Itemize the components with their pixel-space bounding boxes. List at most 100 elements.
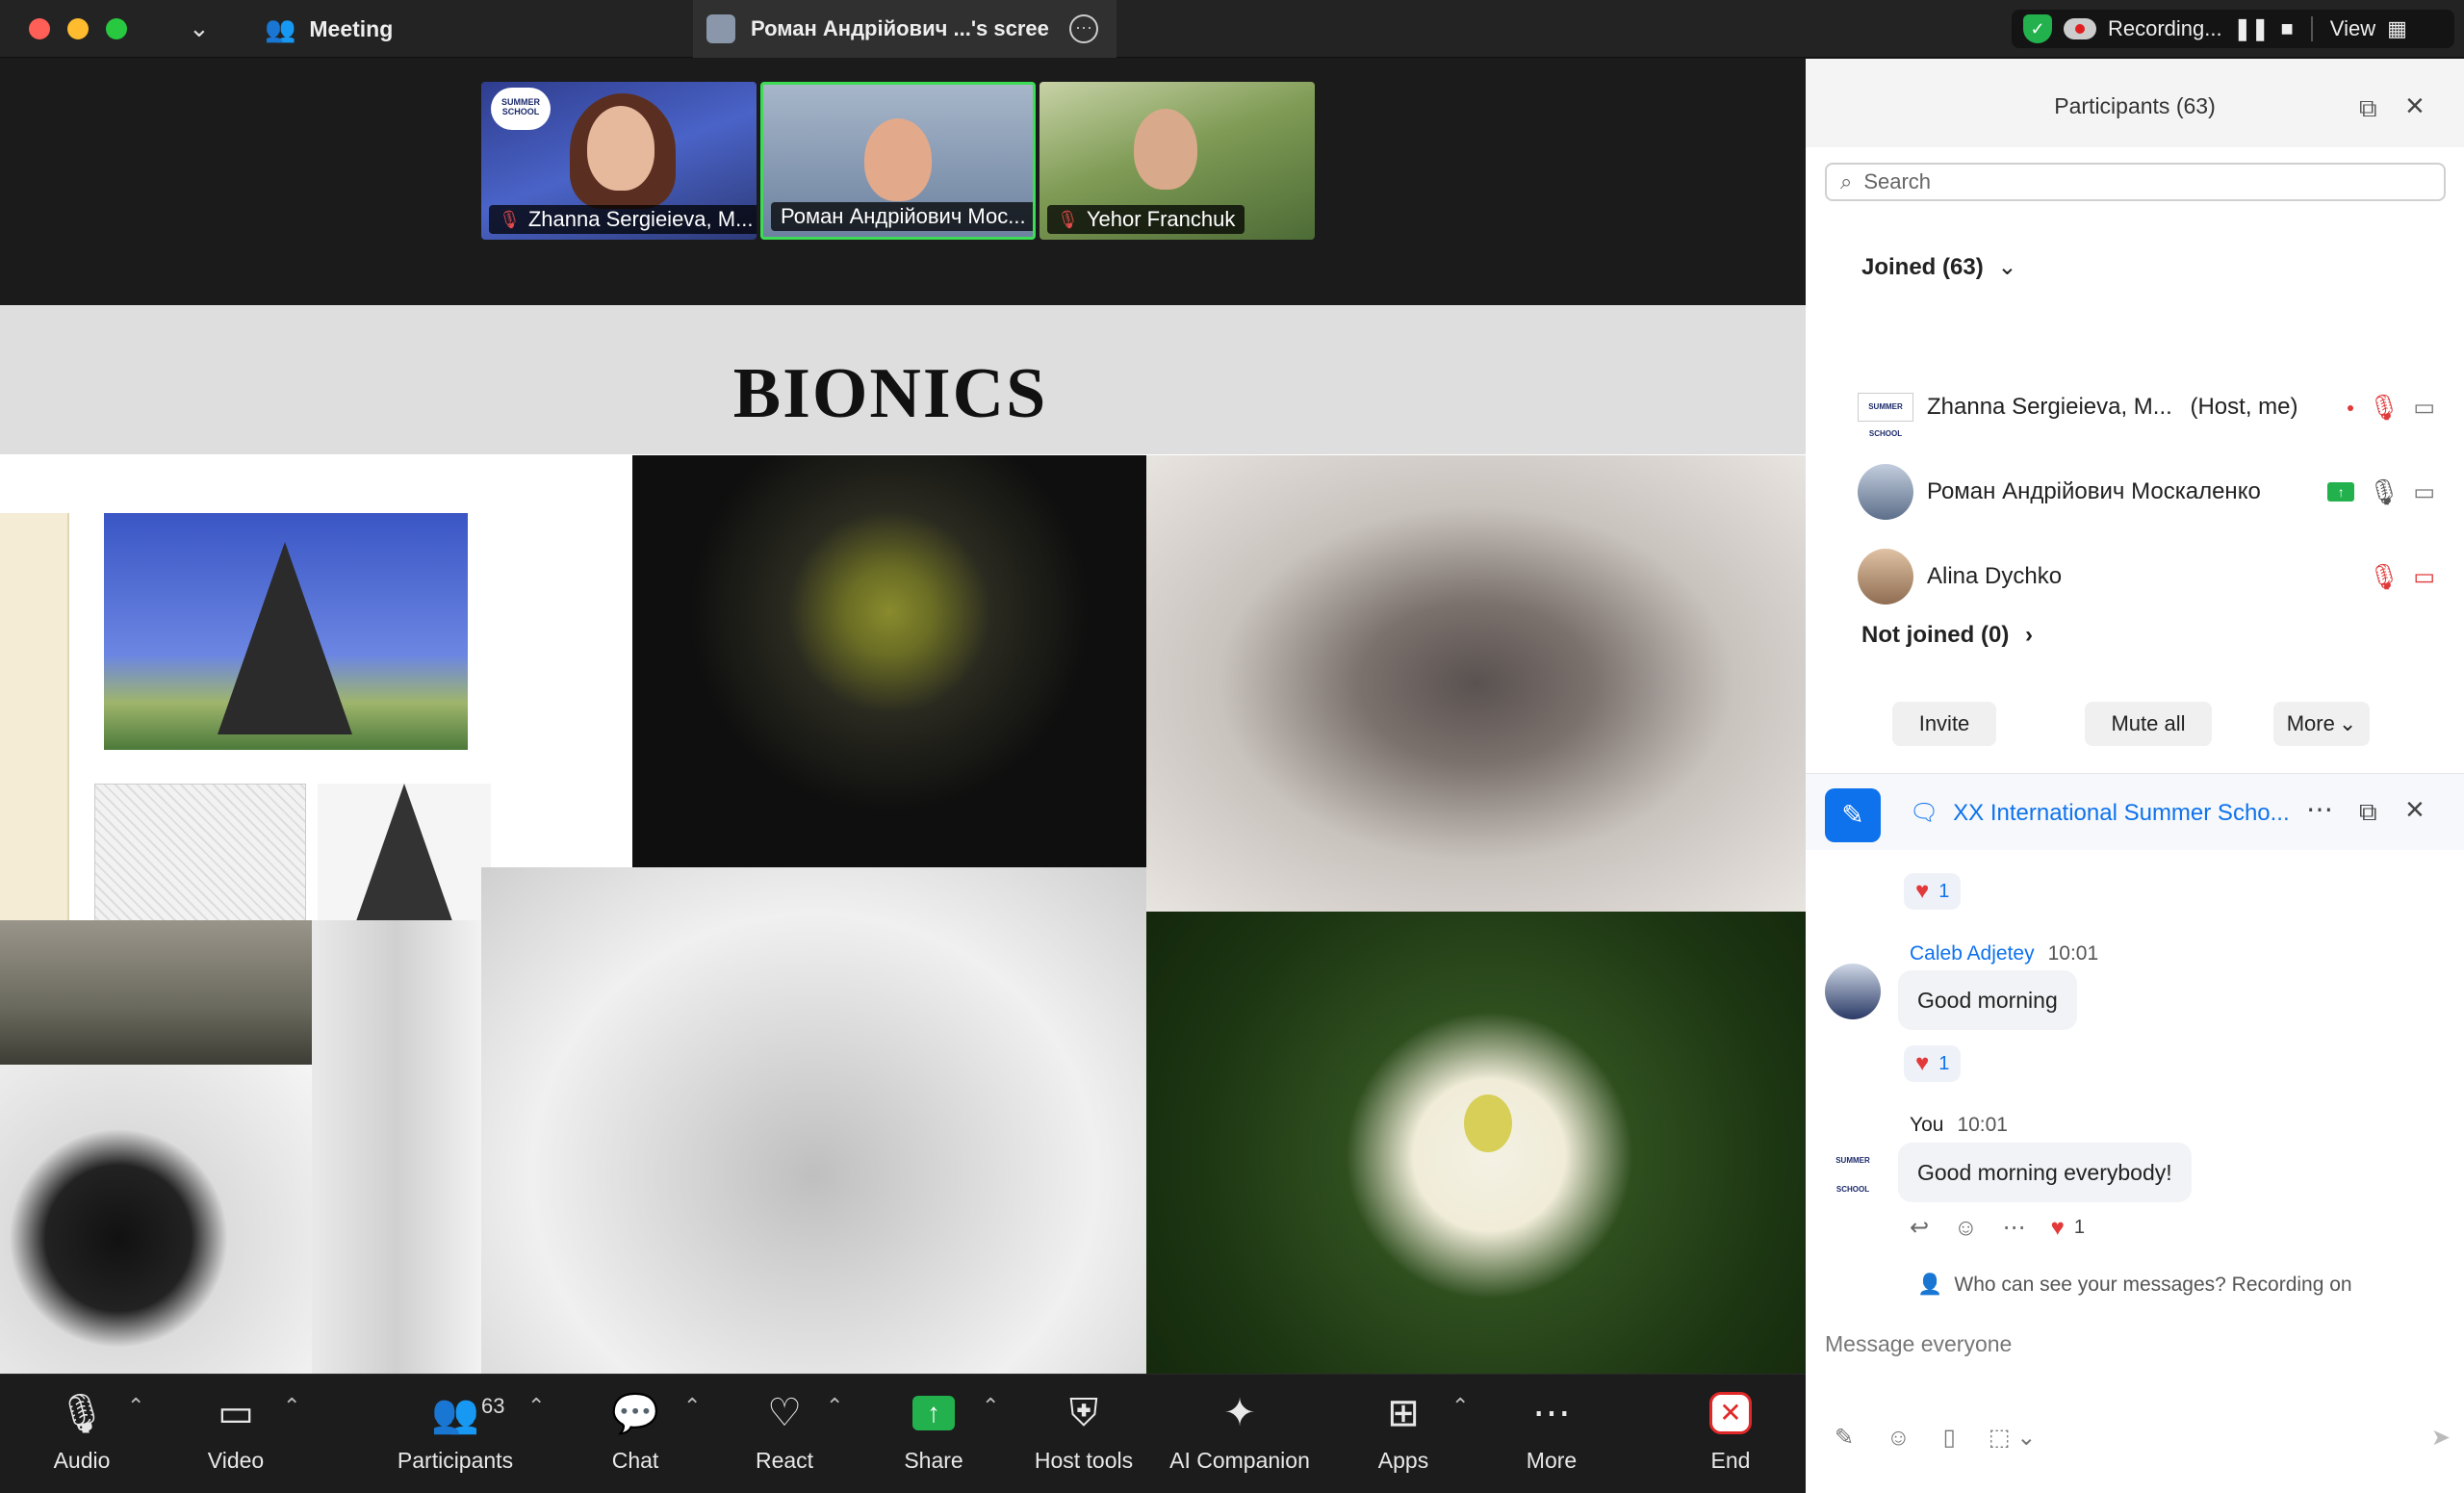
mic-muted-icon: 🎙 [1057,209,1079,229]
grid-view-icon[interactable]: ▦ [2387,16,2407,41]
video-off-icon[interactable]: ▭ [2413,563,2435,591]
video-thumbnail-active-speaker[interactable]: Роман Андрійович Мос... [760,82,1036,240]
divider [2310,16,2313,41]
recording-status-bar: ✓ Recording... ❚❚ ■ View ▦ [2012,10,2454,48]
encryption-shield-icon[interactable]: ✓ [2023,14,2052,43]
heart-icon: ♥ [1915,1050,1930,1076]
video-camera-icon[interactable]: ▭ [2413,394,2435,422]
file-icon[interactable]: ▯ [1943,1424,1956,1452]
close-icon[interactable]: × [2405,791,2425,829]
mic-icon[interactable]: 🎙 [2368,477,2400,507]
reaction-pill[interactable]: ♥ 1 [1904,1045,1962,1082]
more-dots-icon[interactable]: ⋯ [2306,793,2333,825]
pangolin-photo [0,920,312,1065]
calla-lily-photo [1146,912,1806,1380]
participant-row[interactable]: SUMMER SCHOOL Zhanna Sergieieva, M... (H… [1858,378,2435,438]
people-icon: 👥 [265,13,296,43]
title-bar: ⌄ 👥 Meeting Роман Андрійович ...'s scree… [0,0,2464,58]
screen-sharing-icon: ↑ [2327,482,2355,502]
ai-companion-button[interactable]: ✦ AI Companion [1167,1386,1313,1492]
share-button[interactable]: ↑ Share [895,1386,972,1492]
metal-spiral-sculpture-photo [1146,455,1806,912]
stop-recording-icon[interactable]: ■ [2281,16,2294,41]
end-x-icon: ✕ [1709,1392,1752,1434]
audio-options-caret-icon[interactable]: ⌃ [127,1394,144,1419]
video-thumbnail[interactable]: 🎙 Yehor Franchuk [1040,82,1315,240]
participant-name: Zhanna Sergieieva, M... [1927,394,2172,420]
audio-button[interactable]: 🎙 Audio [38,1386,125,1492]
view-label[interactable]: View [2330,16,2375,41]
meeting-menu[interactable]: 👥 Meeting [265,12,393,46]
send-icon[interactable]: ➤ [2431,1424,2451,1452]
share-options-caret-icon[interactable]: ⌃ [982,1394,999,1419]
pop-out-icon[interactable]: ⧉ [2359,797,2377,828]
host-tools-button[interactable]: ⛨ Host tools [1026,1386,1142,1492]
more-options-icon[interactable]: ··· [1069,14,1098,43]
react-options-caret-icon[interactable]: ⌃ [826,1394,843,1419]
video-thumbnail[interactable]: SUMMER SCHOOL 🎙 Zhanna Sergieieva, M... [481,82,757,240]
close-icon[interactable]: × [2405,88,2425,125]
chat-panel-header: ✎ 🗨 XX International Summer Scho... ⋯ ⧉ … [1806,773,2464,850]
emoji-icon[interactable]: ☺ [1886,1425,1911,1452]
apps-button[interactable]: ⊞ Apps [1365,1386,1442,1492]
heart-icon: ♥ [1915,878,1930,904]
thumbnail-name-label: 🎙 Zhanna Sergieieva, M... [489,205,757,234]
pause-recording-icon[interactable]: ❚❚ [2234,16,2270,41]
chevron-down-icon[interactable]: ⌄ [189,13,210,43]
chat-channel-name[interactable]: 🗨 XX International Summer Scho... [1910,799,2290,827]
meeting-toolbar: 🎙 Audio ⌃ ▭ Video ⌃ 👥 Participants 63 ⌃ … [0,1374,1806,1493]
more-dots-icon[interactable]: ⋯ [2003,1214,2026,1242]
mute-all-button[interactable]: Mute all [2085,702,2212,746]
mic-muted-icon[interactable]: 🎙 [2368,393,2400,423]
pop-out-icon[interactable]: ⧉ [2359,93,2377,124]
shared-screen-slide[interactable]: BIONICS [0,305,1806,1380]
avatar [1858,464,1913,520]
message-visibility-note[interactable]: 👤 Who can see your messages? Recording o… [1806,1274,2464,1297]
reply-icon[interactable]: ↩ [1910,1214,1929,1242]
participant-row[interactable]: Роман Андрійович Москаленко ↑ 🎙 ▭ [1858,463,2435,521]
organic-architecture-interior-photo [481,867,1146,1380]
invite-button[interactable]: Invite [1892,702,1996,746]
thumbnail-name-label: Роман Андрійович Мос... [771,202,1033,231]
participants-options-caret-icon[interactable]: ⌃ [527,1394,545,1419]
minimize-window-button[interactable] [67,18,89,39]
participant-row[interactable]: Alina Dychko 🎙 ▭ [1858,548,2435,605]
reaction-pill[interactable]: ♥ 1 [1904,873,1962,910]
avatar [1825,964,1881,1019]
more-dots-icon: ⋯ [1532,1392,1571,1434]
fullscreen-window-button[interactable] [106,18,127,39]
joined-section-toggle[interactable]: Joined (63) ⌄ [1861,253,2016,281]
chevron-right-icon: › [2025,622,2033,648]
mic-muted-icon[interactable]: 🎙 [2368,562,2400,592]
video-camera-icon[interactable]: ▭ [2413,478,2435,506]
message-sender: You 10:01 [1910,1114,2008,1136]
participants-search-input[interactable]: ⌕ Search [1825,163,2446,201]
chat-options-caret-icon[interactable]: ⌃ [683,1394,701,1419]
screen-share-tab[interactable]: Роман Андрійович ...'s scree ··· [693,0,1116,58]
message-actions: ↩ ☺ ⋯ ♥ 1 [1910,1214,2085,1242]
video-button[interactable]: ▭ Video [192,1386,279,1492]
summer-school-logo: SUMMER SCHOOL [1825,1146,1881,1194]
video-options-caret-icon[interactable]: ⌃ [283,1394,300,1419]
reaction-pill[interactable]: ♥ 1 [2051,1215,2085,1242]
message-bubble[interactable]: Good morning everybody! [1898,1143,2192,1202]
apps-options-caret-icon[interactable]: ⌃ [1451,1394,1469,1419]
more-button[interactable]: ⋯ More [1513,1386,1590,1492]
react-button[interactable]: ♡ React [746,1386,823,1492]
more-options-button[interactable]: More ⌄ [2273,702,2370,746]
close-window-button[interactable] [29,18,50,39]
chat-button[interactable]: 💬 Chat [597,1386,674,1492]
format-text-icon[interactable]: ✎ [1835,1424,1854,1452]
end-meeting-button[interactable]: ✕ End [1692,1386,1769,1492]
add-reaction-icon[interactable]: ☺ [1954,1215,1978,1242]
message-bubble[interactable]: Good morning [1898,970,2077,1030]
share-screen-icon: ↑ [912,1396,955,1430]
chat-input-toolbar: ✎ ☺ ▯ ⬚ ⌄ ➤ [1835,1424,2451,1452]
not-joined-section-toggle[interactable]: Not joined (0) › [1861,622,2033,649]
compose-icon[interactable]: ✎ [1825,788,1881,842]
screenshot-icon[interactable]: ⬚ ⌄ [1989,1424,2036,1452]
thistle-flower-photo [632,455,1146,867]
chat-bubbles-icon: 🗨 [1910,800,1939,826]
backpack-photo [0,1065,312,1380]
message-input[interactable]: Message everyone [1825,1331,2012,1357]
